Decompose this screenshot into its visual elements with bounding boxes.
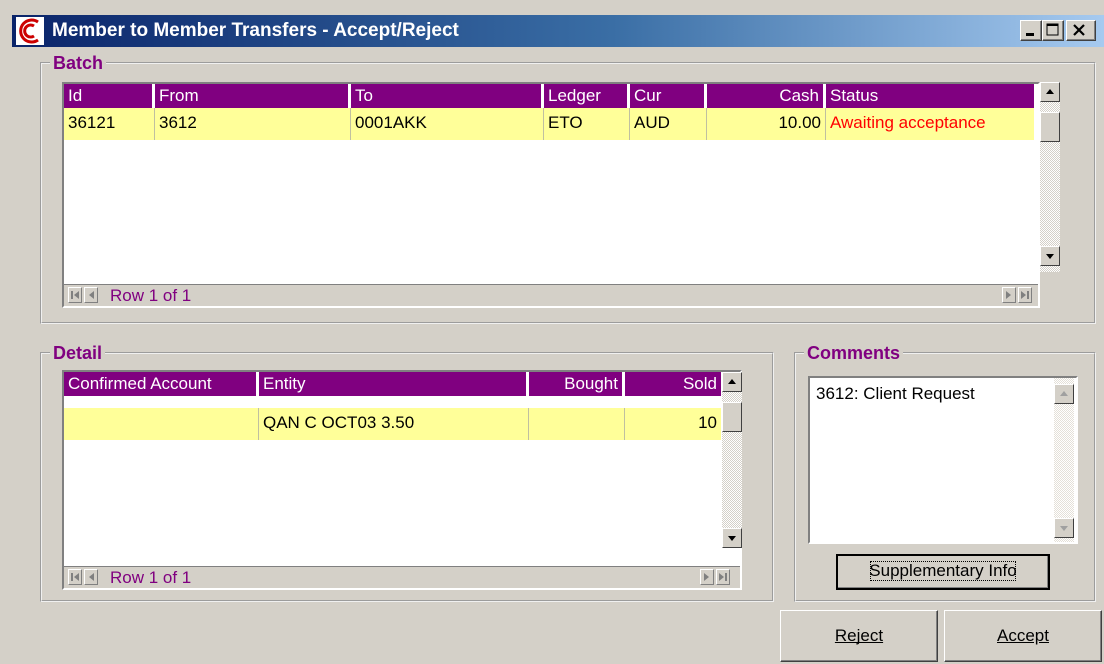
first-record-icon (71, 291, 79, 299)
minimize-icon (1026, 33, 1034, 36)
batch-scrollbar[interactable] (1040, 82, 1060, 272)
detail-legend: Detail (50, 342, 106, 364)
batch-first-button[interactable] (68, 287, 82, 303)
detail-cell-entity: QAN C OCT03 3.50 (259, 408, 529, 440)
batch-cell-to: 0001AKK (351, 108, 544, 140)
app-logo-icon (16, 17, 44, 45)
batch-col-ledger[interactable]: Ledger (544, 84, 630, 108)
title-bar[interactable]: Member to Member Transfers - Accept/Reje… (12, 15, 1104, 47)
batch-col-to[interactable]: To (351, 84, 544, 108)
detail-scroll-up-button[interactable] (722, 372, 742, 392)
reject-button[interactable]: Reject (780, 610, 938, 662)
accept-label: Accept (997, 626, 1049, 645)
arrow-down-icon (728, 536, 736, 541)
detail-prev-button[interactable] (84, 569, 98, 585)
arrow-up-icon (1046, 89, 1054, 94)
batch-col-cash[interactable]: Cash (707, 84, 826, 108)
batch-next-button[interactable] (1002, 287, 1016, 303)
batch-prev-button[interactable] (84, 287, 98, 303)
batch-cell-cur: AUD (630, 108, 707, 140)
detail-cell-confirmed-account (64, 408, 259, 440)
detail-first-button[interactable] (68, 569, 82, 585)
batch-scroll-down-button[interactable] (1040, 246, 1060, 266)
supplementary-info-label: Supplementary Info (865, 556, 1020, 586)
batch-last-button[interactable] (1018, 287, 1032, 303)
maximize-button[interactable] (1042, 20, 1064, 41)
batch-col-id[interactable]: Id (64, 84, 155, 108)
close-icon (1073, 24, 1085, 36)
next-record-icon (1006, 291, 1011, 299)
arrow-down-icon (1046, 254, 1054, 259)
detail-col-confirmed-account[interactable]: Confirmed Account (64, 372, 259, 396)
window-title: Member to Member Transfers - Accept/Reje… (52, 20, 459, 41)
detail-scroll-down-button[interactable] (722, 528, 742, 548)
minimize-button[interactable] (1020, 20, 1042, 41)
batch-navigator: Row 1 of 1 (64, 284, 1038, 306)
comments-scrollbar[interactable] (1054, 378, 1074, 542)
detail-col-bought[interactable]: Bought (529, 372, 625, 396)
batch-col-status[interactable]: Status (826, 84, 1034, 108)
detail-scroll-thumb[interactable] (722, 402, 742, 432)
comments-legend: Comments (804, 342, 904, 364)
detail-next-button[interactable] (700, 569, 714, 585)
batch-legend: Batch (50, 52, 107, 74)
batch-col-cur[interactable]: Cur (630, 84, 707, 108)
comments-scroll-down-button[interactable] (1054, 518, 1074, 538)
reject-label: Reject (834, 626, 884, 645)
comments-scroll-up-button[interactable] (1054, 384, 1074, 404)
batch-row-indicator: Row 1 of 1 (110, 286, 192, 305)
supplementary-info-button[interactable]: Supplementary Info (836, 554, 1050, 590)
detail-last-button[interactable] (716, 569, 730, 585)
batch-col-from[interactable]: From (155, 84, 351, 108)
arrow-up-icon (1060, 391, 1068, 396)
detail-row-indicator: Row 1 of 1 (110, 568, 192, 587)
detail-cell-bought (529, 408, 625, 440)
batch-cell-from: 3612 (155, 108, 351, 140)
comments-memo[interactable]: 3612: Client Request (808, 376, 1078, 544)
accept-button[interactable]: Accept (944, 610, 1102, 662)
batch-cell-id: 36121 (64, 108, 155, 140)
last-record-icon (719, 573, 727, 581)
prev-record-icon (89, 573, 94, 581)
detail-navigator: Row 1 of 1 (64, 566, 740, 588)
first-record-icon (71, 573, 79, 581)
comments-text: 3612: Client Request (816, 384, 975, 403)
batch-cell-ledger: ETO (544, 108, 630, 140)
prev-record-icon (89, 291, 94, 299)
batch-grid[interactable]: Id From To Ledger Cur Cash Status 36121 … (62, 82, 1040, 308)
batch-cell-cash: 10.00 (707, 108, 826, 140)
maximize-icon (1046, 23, 1059, 36)
batch-scroll-thumb[interactable] (1040, 112, 1060, 142)
detail-scrollbar[interactable] (722, 372, 742, 548)
close-button[interactable] (1066, 20, 1096, 41)
arrow-up-icon (728, 379, 736, 384)
detail-cell-sold: 10 (625, 408, 721, 440)
batch-cell-status: Awaiting acceptance (826, 108, 1034, 140)
batch-scroll-up-button[interactable] (1040, 82, 1060, 102)
last-record-icon (1021, 291, 1029, 299)
arrow-down-icon (1060, 526, 1068, 531)
next-record-icon (704, 573, 709, 581)
detail-col-sold[interactable]: Sold (625, 372, 721, 396)
detail-grid[interactable]: Confirmed Account Entity Bought Sold QAN… (62, 370, 742, 590)
detail-col-entity[interactable]: Entity (259, 372, 529, 396)
